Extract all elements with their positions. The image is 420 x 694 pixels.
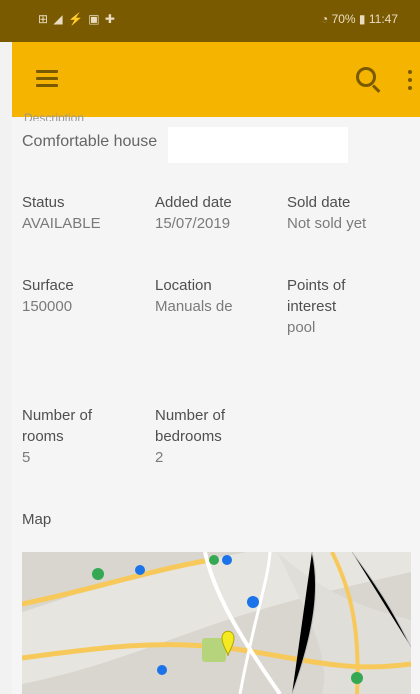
field-location: Location Manuals de bbox=[155, 275, 275, 317]
property-detail: Description Comfortable house Status AVA… bbox=[12, 111, 420, 694]
field-label: Location bbox=[155, 277, 212, 294]
field-label: Number of bedrooms bbox=[155, 407, 226, 445]
field-value: AVAILABLE bbox=[22, 215, 101, 232]
status-icons: ⊞ ◢ ⚡ ▣ ✚ bbox=[38, 12, 116, 26]
field-label: Added date bbox=[155, 194, 232, 211]
field-sold-date: Sold date Not sold yet bbox=[287, 192, 407, 234]
field-value: pool bbox=[287, 319, 316, 336]
status-bar: ⊞ ◢ ⚡ ▣ ✚ ◔ 70% ▮ 11:47 bbox=[0, 0, 420, 42]
map-view[interactable] bbox=[22, 552, 411, 694]
field-value: 2 bbox=[155, 449, 164, 466]
field-added-date: Added date 15/07/2019 bbox=[155, 192, 275, 234]
field-value: 15/07/2019 bbox=[155, 215, 231, 232]
app-bar bbox=[12, 42, 420, 117]
description-text: Comfortable house bbox=[22, 133, 158, 150]
field-label: Sold date bbox=[287, 194, 351, 211]
field-label: Number of rooms bbox=[22, 407, 93, 445]
field-value: 150000 bbox=[22, 298, 73, 315]
field-points-of-interest: Points of interest pool bbox=[287, 275, 377, 338]
field-value: Manuals de bbox=[155, 298, 233, 315]
field-number-of-rooms: Number of rooms 5 bbox=[22, 405, 118, 468]
field-label: Surface bbox=[22, 277, 74, 294]
menu-icon[interactable] bbox=[36, 70, 58, 87]
map-label: Map bbox=[22, 509, 142, 530]
search-icon[interactable] bbox=[356, 67, 376, 87]
description-label: Description bbox=[24, 111, 85, 121]
description-box bbox=[168, 127, 348, 163]
field-status: Status AVAILABLE bbox=[22, 192, 142, 234]
more-vert-icon[interactable] bbox=[408, 70, 412, 94]
field-value: 5 bbox=[22, 449, 31, 466]
field-label: Status bbox=[22, 194, 65, 211]
field-label: Points of interest bbox=[287, 277, 346, 315]
status-text: ◔ 70% ▮ 11:47 bbox=[320, 12, 398, 26]
field-surface: Surface 150000 bbox=[22, 275, 142, 317]
map-title: Map bbox=[22, 511, 52, 528]
field-value: Not sold yet bbox=[287, 215, 367, 232]
field-number-of-bedrooms: Number of bedrooms 2 bbox=[155, 405, 255, 468]
